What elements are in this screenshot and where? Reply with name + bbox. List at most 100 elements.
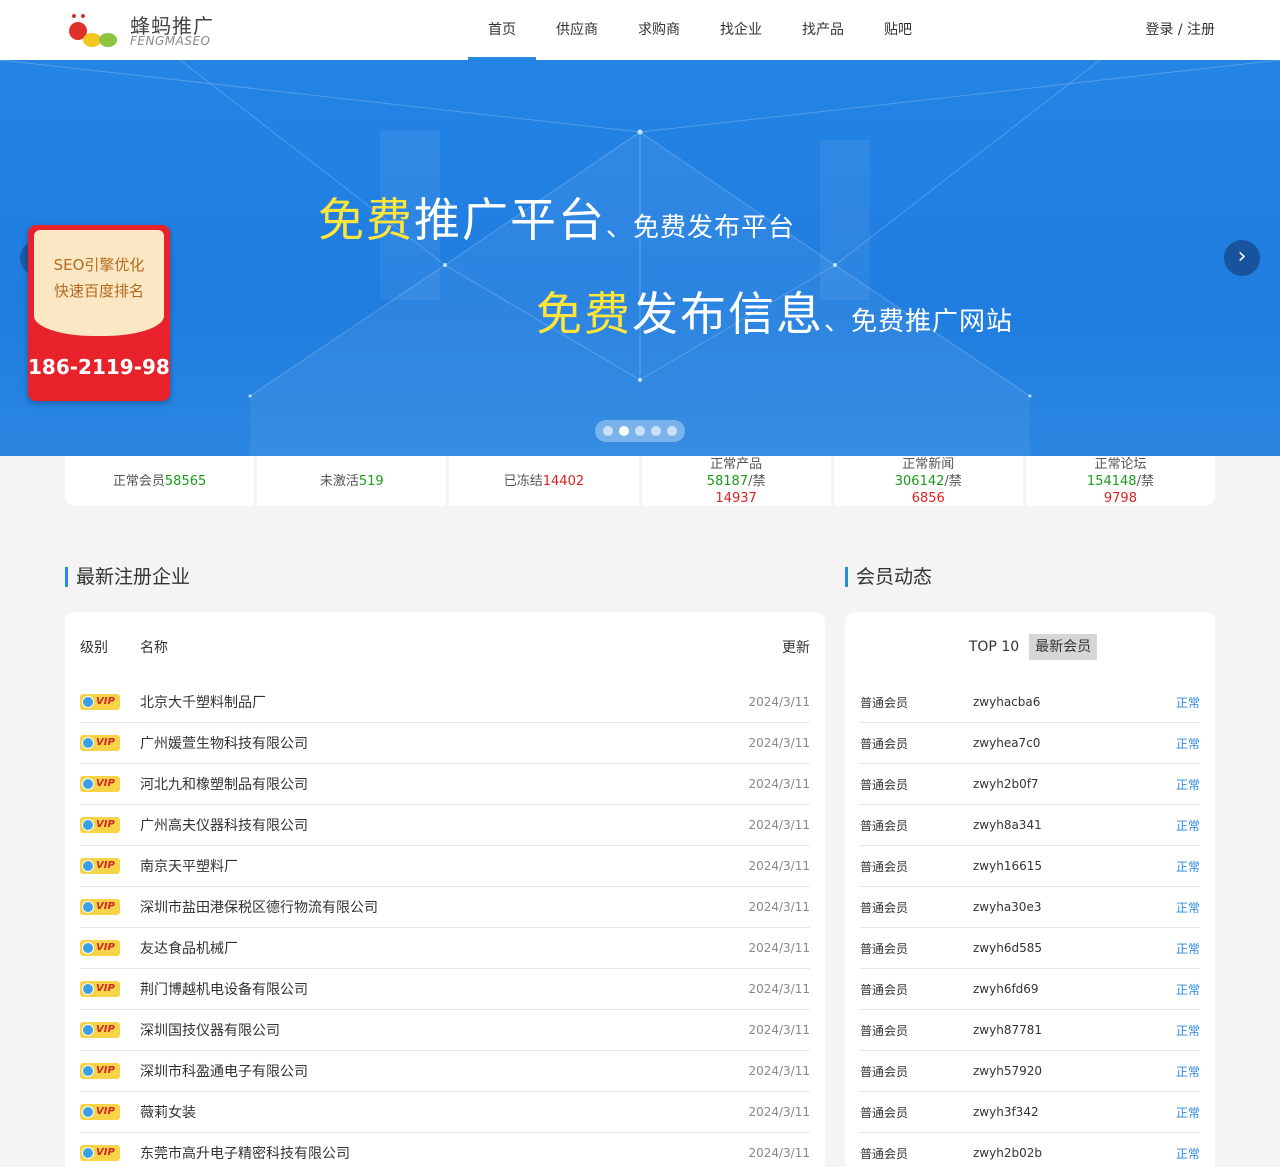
member-username: zwyh2b0f7 xyxy=(973,777,1039,791)
vip-badge-cell: VIP xyxy=(80,1063,140,1079)
member-username: zwyh6fd69 xyxy=(973,982,1039,996)
company-name-link[interactable]: 北京大千塑料制品厂 xyxy=(140,692,730,712)
company-name-link[interactable]: 深圳国技仪器有限公司 xyxy=(140,1020,730,1040)
tab-top10[interactable]: TOP 10 xyxy=(963,634,1025,660)
site-logo[interactable]: 蜂蚂推广 FENGMASEO xyxy=(66,10,226,52)
vip-gem-icon xyxy=(82,1147,94,1159)
login-register-link[interactable]: 登录 / 注册 xyxy=(1145,0,1215,60)
nav-item-0[interactable]: 首页 xyxy=(468,0,536,60)
member-status-link[interactable]: 正常 xyxy=(1160,899,1200,916)
stat-forum-value: 154148 xyxy=(1086,473,1137,489)
table-row: VIP 东莞市高升电子精密科技有限公司 2024/3/11 xyxy=(80,1133,810,1167)
banner-dot-5[interactable] xyxy=(667,426,677,436)
slogan-1-highlight: 免费 xyxy=(318,193,414,247)
member-type: 普通会员 xyxy=(860,1105,909,1120)
member-status-link[interactable]: 正常 xyxy=(1160,858,1200,875)
company-name-link[interactable]: 河北九和橡塑制品有限公司 xyxy=(140,774,730,794)
list-item: 普通会员 zwyh57920 正常 xyxy=(860,1051,1200,1092)
company-name-link[interactable]: 广州媛萱生物科技有限公司 xyxy=(140,733,730,753)
tab-latest-members[interactable]: 最新会员 xyxy=(1029,634,1098,660)
banner-dot-1[interactable] xyxy=(603,426,613,436)
vip-badge-text: VIP xyxy=(96,942,115,953)
vip-badge-cell: VIP xyxy=(80,1104,140,1120)
vip-badge-text: VIP xyxy=(96,819,115,830)
member-username: zwyha30e3 xyxy=(973,900,1042,914)
nav-item-4[interactable]: 找产品 xyxy=(782,0,864,60)
hero-banner: 免费推广平台、免费发布平台 免费发布信息、免费推广网站 › xyxy=(0,60,1280,456)
nav-item-3[interactable]: 找企业 xyxy=(700,0,782,60)
company-name-link[interactable]: 薇莉女装 xyxy=(140,1102,730,1122)
stat-inactive-label: 未激活 xyxy=(319,473,359,489)
vip-badge-cell: VIP xyxy=(80,694,140,710)
banner-dot-3[interactable] xyxy=(635,426,645,436)
stat-inactive: 未激活519 xyxy=(257,456,447,506)
vip-badge-text: VIP xyxy=(96,696,115,707)
vip-badge-icon: VIP xyxy=(80,940,120,956)
stat-forum: 正常论坛 154148/禁 9798 xyxy=(1025,456,1216,506)
latest-companies-title: 最新注册企业 xyxy=(65,567,190,587)
table-row: VIP 荆门博越机电设备有限公司 2024/3/11 xyxy=(80,969,810,1010)
seo-card-phone: 186-2119-9869 xyxy=(28,355,170,379)
vip-gem-icon xyxy=(82,983,94,995)
stat-members-label: 正常会员 xyxy=(112,473,165,489)
member-username: zwyh3f342 xyxy=(973,1105,1039,1119)
seo-promo-card[interactable]: SEO引擎优化 快速百度排名 186-2119-9869 xyxy=(28,225,170,401)
company-name-link[interactable]: 南京天平塑料厂 xyxy=(140,856,730,876)
nav-item-1[interactable]: 供应商 xyxy=(536,0,618,60)
vip-badge-icon: VIP xyxy=(80,694,120,710)
member-username: zwyh6d585 xyxy=(973,941,1042,955)
company-name-link[interactable]: 荆门博越机电设备有限公司 xyxy=(140,979,730,999)
member-username: zwyh2b02b xyxy=(973,1146,1042,1160)
table-row: VIP 深圳市科盈通电子有限公司 2024/3/11 xyxy=(80,1051,810,1092)
vip-badge-text: VIP xyxy=(96,1024,115,1035)
vip-badge-icon: VIP xyxy=(80,1104,120,1120)
member-status-link[interactable]: 正常 xyxy=(1160,776,1200,793)
member-type: 普通会员 xyxy=(860,900,909,915)
member-status-link[interactable]: 正常 xyxy=(1160,1145,1200,1162)
member-status-link[interactable]: 正常 xyxy=(1160,1063,1200,1080)
seo-card-line-2: 快速百度排名 xyxy=(53,282,144,300)
list-item: 普通会员 zwyh6d585 正常 xyxy=(860,928,1200,969)
member-status-link[interactable]: 正常 xyxy=(1160,1022,1200,1039)
site-stats-bar: 正常会员58565 未激活519 已冻结14402 正常产品 58187/禁 1… xyxy=(65,456,1216,506)
company-name-link[interactable]: 深圳市科盈通电子有限公司 xyxy=(140,1061,730,1081)
member-tabs: TOP 10 最新会员 xyxy=(860,612,1200,682)
slogan-2-highlight: 免费 xyxy=(536,287,632,341)
member-status-link[interactable]: 正常 xyxy=(1160,940,1200,957)
vip-badge-icon: VIP xyxy=(80,735,120,751)
col-update-header: 更新 xyxy=(782,640,810,656)
company-update-date: 2024/3/11 xyxy=(748,1023,810,1037)
stat-products-label: 正常产品 xyxy=(710,456,763,472)
list-item: 普通会员 zwyhea7c0 正常 xyxy=(860,723,1200,764)
member-type: 普通会员 xyxy=(860,1023,909,1038)
banner-next-button[interactable]: › xyxy=(1224,240,1260,276)
member-username: zwyh87781 xyxy=(973,1023,1042,1037)
nav-item-2[interactable]: 求购商 xyxy=(618,0,700,60)
table-row: VIP 南京天平塑料厂 2024/3/11 xyxy=(80,846,810,887)
nav-item-5[interactable]: 贴吧 xyxy=(864,0,932,60)
member-type: 普通会员 xyxy=(860,982,909,997)
ladybug-logo-icon xyxy=(69,14,117,47)
member-status-link[interactable]: 正常 xyxy=(1160,817,1200,834)
member-type: 普通会员 xyxy=(860,1064,909,1079)
vip-badge-cell: VIP xyxy=(80,817,140,833)
banner-dot-2[interactable] xyxy=(619,426,629,436)
table-row: VIP 深圳市盐田港保税区德行物流有限公司 2024/3/11 xyxy=(80,887,810,928)
member-status-link[interactable]: 正常 xyxy=(1160,1104,1200,1121)
vip-gem-icon xyxy=(82,860,94,872)
company-update-date: 2024/3/11 xyxy=(748,695,810,709)
company-name-link[interactable]: 广州高夫仪器科技有限公司 xyxy=(140,815,730,835)
company-name-link[interactable]: 东莞市高升电子精密科技有限公司 xyxy=(140,1143,730,1163)
vip-gem-icon xyxy=(82,1024,94,1036)
company-name-link[interactable]: 深圳市盐田港保税区德行物流有限公司 xyxy=(140,897,730,917)
banner-slogan-2: 免费发布信息、免费推广网站 xyxy=(536,278,1013,344)
slogan-2-main: 发布信息 xyxy=(632,287,824,341)
seo-card-paper: SEO引擎优化 快速百度排名 xyxy=(34,230,164,336)
company-name-link[interactable]: 友达食品机械厂 xyxy=(140,938,730,958)
member-status-link[interactable]: 正常 xyxy=(1160,694,1200,711)
banner-dot-4[interactable] xyxy=(651,426,661,436)
member-status-link[interactable]: 正常 xyxy=(1160,735,1200,752)
vip-gem-icon xyxy=(82,901,94,913)
member-status-link[interactable]: 正常 xyxy=(1160,981,1200,998)
stat-news: 正常新闻 306142/禁 6856 xyxy=(833,456,1023,506)
